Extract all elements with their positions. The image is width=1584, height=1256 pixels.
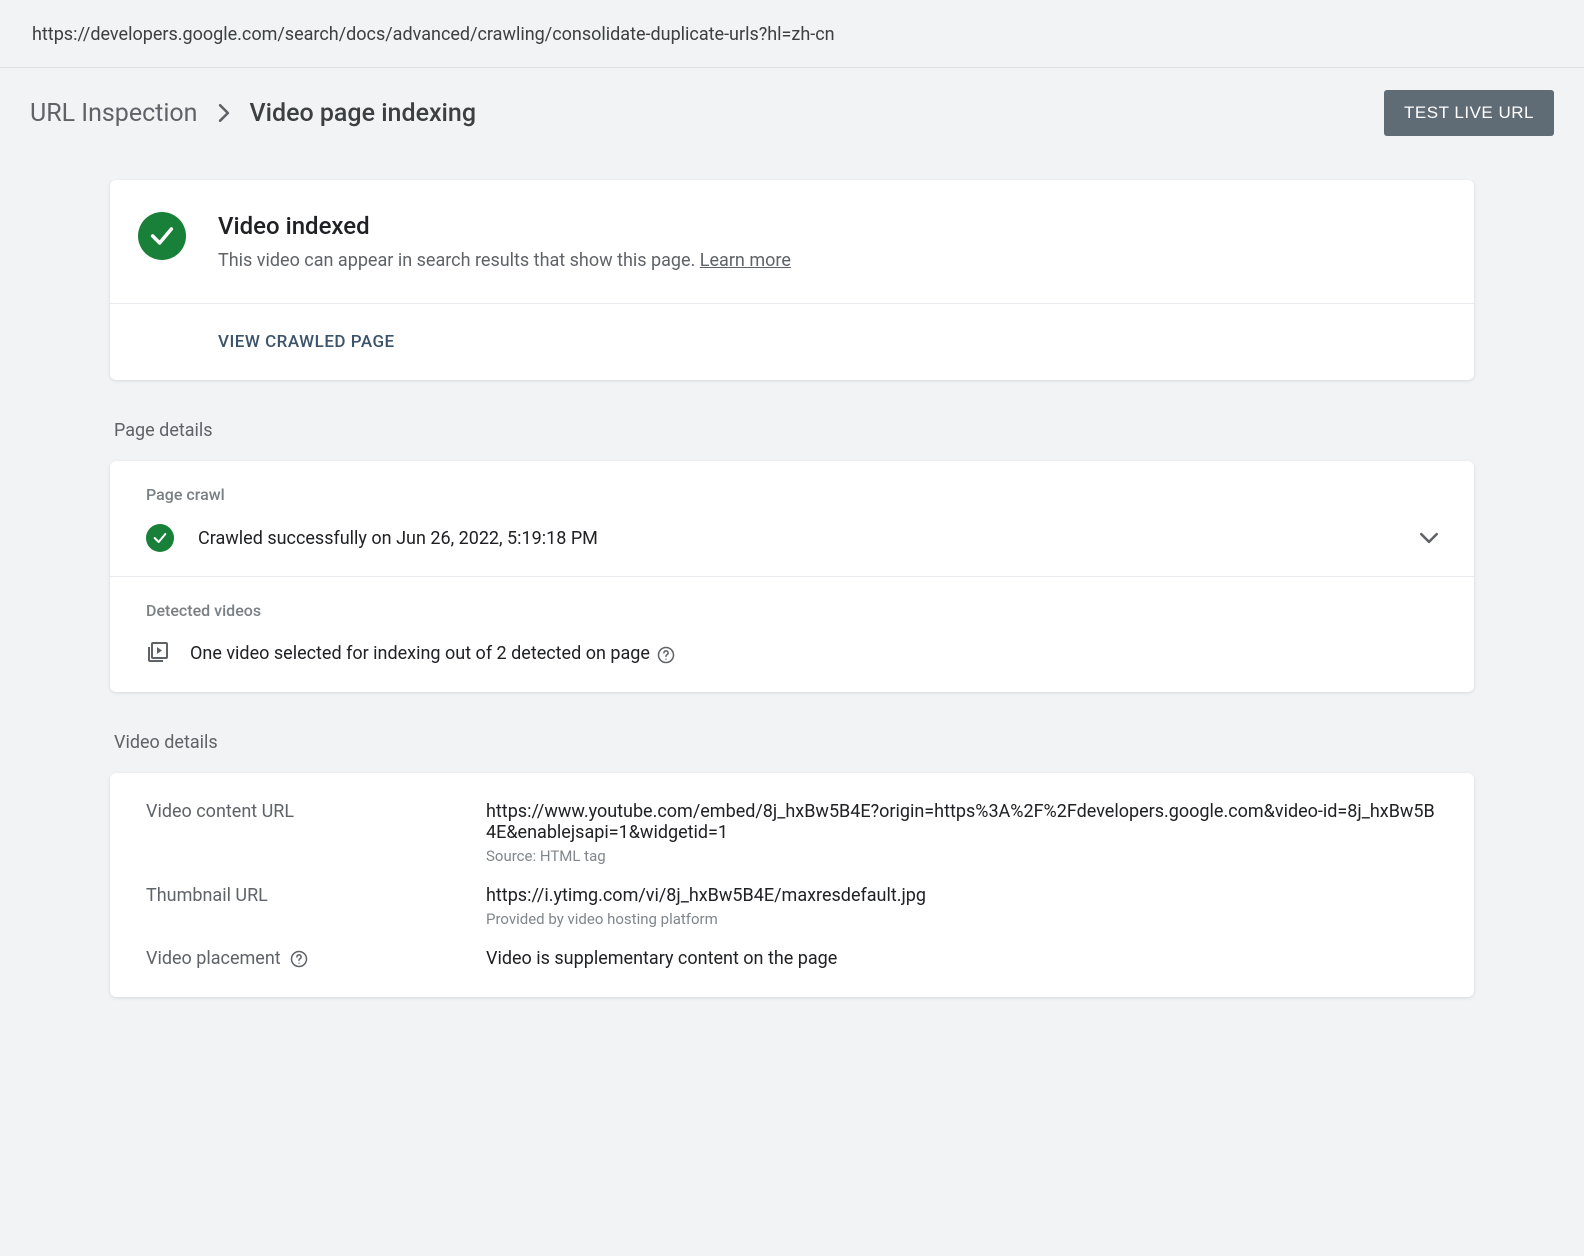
detail-row-video-content-url: Video content URL https://www.youtube.co… (146, 801, 1438, 865)
detail-source: Source: HTML tag (486, 847, 1438, 865)
check-circle-icon (146, 524, 174, 552)
chevron-right-icon (218, 104, 230, 122)
detail-row-thumbnail-url: Thumbnail URL https://i.ytimg.com/vi/8j_… (146, 885, 1438, 928)
learn-more-link[interactable]: Learn more (700, 250, 791, 271)
video-details-card: Video content URL https://www.youtube.co… (110, 773, 1474, 997)
status-subtitle-text: This video can appear in search results … (218, 250, 700, 271)
help-icon[interactable] (289, 949, 309, 969)
detail-source: Provided by video hosting platform (486, 910, 926, 928)
detected-videos-text: One video selected for indexing out of 2… (190, 643, 676, 664)
detail-row-video-placement: Video placement Video is supplementary c… (146, 948, 1438, 969)
test-live-url-button[interactable]: TEST LIVE URL (1384, 90, 1554, 136)
detail-label: Thumbnail URL (146, 885, 486, 906)
chevron-down-icon[interactable] (1420, 529, 1438, 548)
page-details-heading: Page details (114, 420, 1474, 441)
detected-videos-label: Detected videos (146, 601, 1438, 620)
page-crawl-label: Page crawl (146, 485, 1438, 504)
video-library-icon (146, 640, 170, 668)
detail-value: https://i.ytimg.com/vi/8j_hxBw5B4E/maxre… (486, 885, 926, 906)
detected-text-content: One video selected for indexing out of 2… (190, 643, 650, 664)
status-subtitle: This video can appear in search results … (218, 250, 791, 271)
page-details-card: Page crawl Crawled successfully on Jun 2… (110, 461, 1474, 692)
detail-label: Video placement (146, 948, 486, 969)
breadcrumb-root[interactable]: URL Inspection (30, 99, 198, 128)
detail-label-text: Video placement (146, 948, 281, 969)
detail-label: Video content URL (146, 801, 486, 822)
status-card: Video indexed This video can appear in s… (110, 180, 1474, 380)
header-row: URL Inspection Video page indexing TEST … (0, 68, 1584, 160)
detected-videos-row: One video selected for indexing out of 2… (146, 640, 1438, 668)
help-icon[interactable] (656, 645, 676, 665)
page-crawl-row[interactable]: Crawled successfully on Jun 26, 2022, 5:… (146, 524, 1438, 552)
view-crawled-page-link[interactable]: VIEW CRAWLED PAGE (218, 332, 395, 352)
breadcrumb: URL Inspection Video page indexing (30, 99, 476, 128)
status-title: Video indexed (218, 212, 791, 240)
check-circle-icon (138, 212, 186, 260)
video-details-heading: Video details (114, 732, 1474, 753)
breadcrumb-current: Video page indexing (250, 99, 477, 128)
detail-value: https://www.youtube.com/embed/8j_hxBw5B4… (486, 801, 1438, 843)
inspected-url: https://developers.google.com/search/doc… (0, 0, 1584, 67)
detail-value: Video is supplementary content on the pa… (486, 948, 837, 969)
crawl-status-text: Crawled successfully on Jun 26, 2022, 5:… (198, 528, 598, 549)
